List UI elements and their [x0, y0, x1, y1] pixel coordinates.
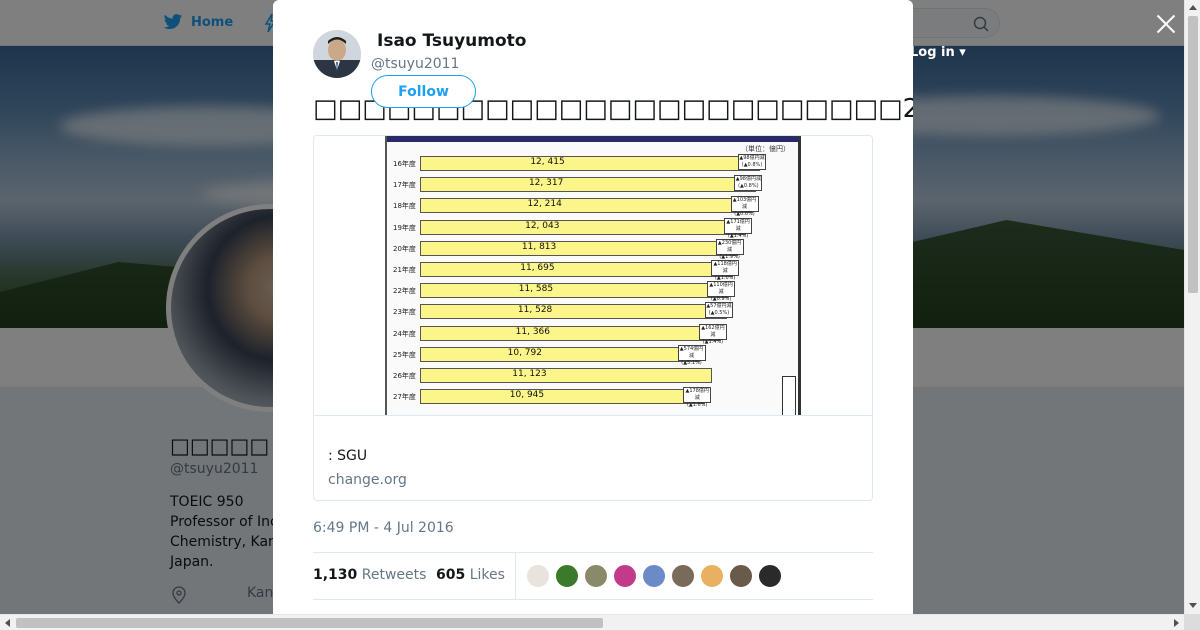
chart-bar-note: ▲574億円減 (▲5.1%): [677, 344, 706, 366]
chart-bar-note: ▲230億円減 (▲1.9%): [715, 238, 744, 260]
chart-bar-value: 11, 695: [520, 263, 555, 273]
likers-avatars: [526, 564, 782, 588]
chart-bar-note: ▲178億円減 (▲1.6%): [683, 387, 712, 408]
vertical-scrollbar-thumb[interactable]: [1188, 16, 1198, 293]
chart-row: 19年度 12, 043 ▲171億円減 (▲1.4%): [387, 217, 798, 239]
chart-row: 17年度 12, 317 ▲98億円減 (▲0.8%): [387, 174, 798, 195]
chart-row: 21年度 11, 695 ▲118億円減 (▲1.0%): [387, 259, 798, 281]
chart-year-label: 23年度: [393, 308, 416, 317]
chart-bar-value: 10, 945: [509, 390, 545, 401]
author-avatar-image: [313, 30, 361, 78]
chart-year-label: 24年度: [393, 329, 416, 338]
chart-bar-note: ▲118億円減 (▲1.0%): [711, 260, 740, 281]
chart-year-label: 21年度: [393, 266, 416, 274]
tweet-modal: Isao Tsuyumoto @tsuyu2011 □□□□□□□□□□□□□□…: [273, 0, 913, 614]
chart-bar-note: ▲171億円減 (▲1.4%): [724, 217, 753, 239]
retweets-stat[interactable]: 1,130 Retweets: [313, 567, 426, 583]
chart-bar-note: ▲103億円減 (▲0.8%): [730, 196, 759, 217]
chart-bar-note: ▲110億円減 (▲0.9%): [707, 281, 736, 302]
retweets-label: Retweets: [361, 567, 427, 583]
liker-avatar[interactable]: [758, 564, 782, 588]
login-label: Log in: [910, 45, 955, 60]
chart-row: 27年度 10, 945 ▲178億円減 (▲1.6%): [387, 386, 798, 408]
chart-bar-value: 11, 123: [512, 369, 547, 379]
chart-row: 22年度 11, 585 ▲110億円減 (▲0.9%): [387, 280, 798, 302]
retweets-count: 1,130: [313, 567, 358, 583]
liker-avatar[interactable]: [613, 564, 637, 588]
chart-row: 16年度 12, 415 ▲98億円減 (▲0.8%): [387, 153, 798, 174]
follow-button[interactable]: Follow: [371, 75, 476, 108]
author-avatar[interactable]: [313, 30, 361, 78]
chart-bar-value: 11, 585: [518, 284, 554, 295]
chart-year-label: 22年度: [393, 287, 416, 296]
scrollbar-corner: [1184, 614, 1200, 630]
chart-year-label: 17年度: [393, 181, 416, 190]
chart-row: 25年度 10, 792 ▲574億円減 (▲5.1%): [387, 344, 798, 366]
vertical-scrollbar[interactable]: [1184, 0, 1200, 614]
card-image: （単位：億円） 16年度 12, 415 ▲98億円減 (▲0.8%) 17年度 12,…: [314, 136, 872, 416]
chart-year-label: 19年度: [393, 223, 416, 232]
chart-row: 23年度 11, 528 ▲57億円減 (▲0.5%): [387, 301, 798, 322]
chart-row: 24年度 11, 366 ▲162億円減 (▲1.4%): [387, 323, 798, 345]
likes-label: Likes: [469, 567, 505, 583]
chart-bar-value: 11, 366: [515, 326, 551, 337]
chart-bar-value: 12, 317: [528, 178, 564, 189]
liker-avatar[interactable]: [671, 564, 695, 588]
card-title: : SGU: [328, 448, 368, 464]
chart-bar-value: 11, 813: [521, 241, 557, 252]
chart-row: 26年度 11, 123: [387, 365, 798, 386]
card-domain: change.org: [328, 472, 407, 488]
chart-bar-value: 12, 415: [530, 157, 565, 167]
chart-bar-note: ▲57億円減 (▲0.5%): [704, 302, 733, 319]
chart-bar-note: ▲162億円減 (▲1.4%): [698, 323, 727, 345]
chart-bar-note: ▲98億円減 (▲0.8%): [738, 154, 766, 170]
author-name[interactable]: Isao Tsuyumoto: [377, 31, 526, 51]
likes-count: 605: [436, 567, 466, 583]
liker-avatar[interactable]: [555, 564, 579, 588]
chart-year-label: 18年度: [393, 202, 416, 211]
chart-bar-value: 12, 214: [527, 199, 562, 210]
chart-year-label: 26年度: [393, 372, 416, 380]
horizontal-scrollbar[interactable]: [0, 614, 1184, 630]
liker-avatar[interactable]: [700, 564, 724, 588]
tweet-timestamp[interactable]: 6:49 PM - 4 Jul 2016: [313, 520, 454, 536]
close-icon[interactable]: [1154, 12, 1178, 36]
login-menu[interactable]: Log in ▾: [910, 45, 966, 60]
likes-stat[interactable]: 605 Likes: [436, 567, 505, 583]
chart-year-label: 16年度: [393, 160, 416, 168]
chart-year-label: 27年度: [393, 393, 416, 402]
horizontal-scrollbar-thumb[interactable]: [16, 618, 603, 628]
link-card[interactable]: （単位：億円） 16年度 12, 415 ▲98億円減 (▲0.8%) 17年度 12,…: [313, 135, 873, 501]
chart-bar-note: ▲98億円減 (▲0.8%): [734, 175, 763, 192]
chart-bar-value: 12, 043: [525, 220, 560, 231]
liker-avatar[interactable]: [729, 564, 753, 588]
liker-avatar[interactable]: [642, 564, 666, 588]
liker-avatar[interactable]: [584, 564, 608, 588]
chart-bar-value: 11, 528: [517, 305, 553, 316]
liker-avatar[interactable]: [526, 564, 550, 588]
tweet-stats: 1,130 Retweets 605 Likes: [313, 552, 873, 600]
chart-year-label: 20年度: [393, 244, 416, 253]
chart-year-label: 25年度: [393, 350, 416, 359]
budget-chart-image: （単位：億円） 16年度 12, 415 ▲98億円減 (▲0.8%) 17年度 12,…: [385, 136, 801, 415]
author-handle[interactable]: @tsuyu2011: [371, 56, 459, 72]
chart-row: 18年度 12, 214 ▲103億円減 (▲0.8%): [387, 195, 798, 217]
chart-row: 20年度 11, 813 ▲230億円減 (▲1.9%): [387, 238, 798, 260]
chart-bar-value: 10, 792: [507, 347, 542, 358]
